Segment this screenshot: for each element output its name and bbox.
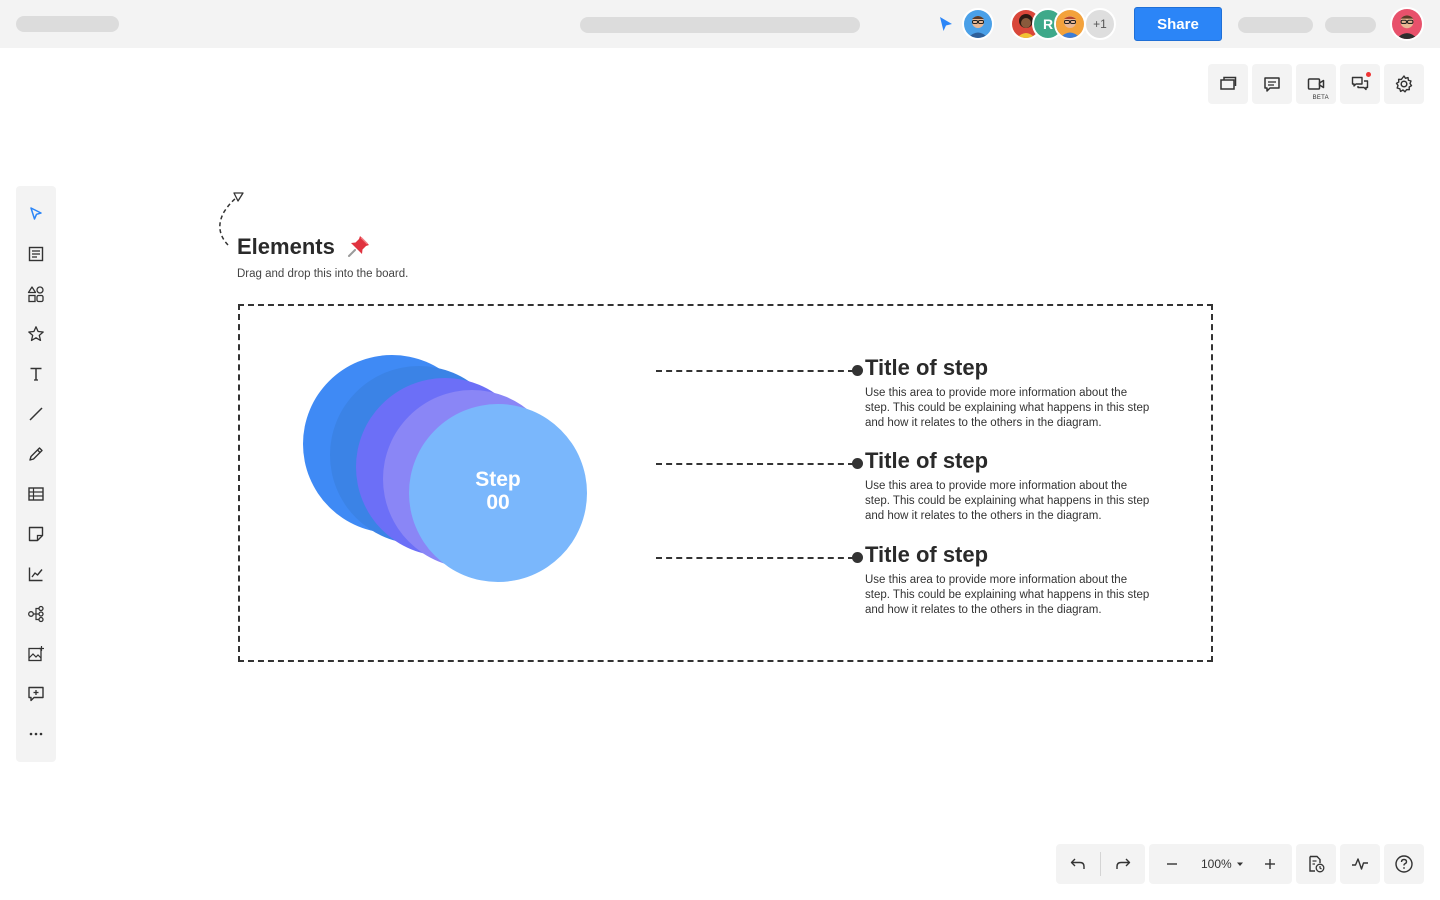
video-icon — [1307, 78, 1325, 90]
step-title: Title of step — [865, 542, 989, 567]
step-description: Use this area to provide more informatio… — [865, 480, 1150, 522]
board-name-placeholder[interactable] — [580, 17, 860, 33]
text-tool[interactable] — [24, 362, 48, 386]
pen-icon — [29, 447, 43, 461]
sticky-note-tool[interactable] — [24, 522, 48, 546]
history-group — [1056, 844, 1145, 884]
slides-button[interactable] — [1208, 64, 1248, 104]
chart-icon — [28, 567, 43, 582]
connector-line — [656, 370, 854, 372]
connector-dot — [852, 365, 863, 376]
connector-line — [656, 463, 854, 465]
undo-icon — [1070, 858, 1085, 869]
zoom-out-button[interactable] — [1149, 844, 1195, 884]
cursor-pointer-icon — [940, 17, 952, 31]
activity-icon — [1352, 858, 1368, 870]
gear-icon — [1395, 75, 1413, 93]
beta-badge: BETA — [1312, 95, 1329, 101]
connector-dot — [852, 458, 863, 469]
settings-button[interactable] — [1384, 64, 1424, 104]
more-collaborators-count[interactable]: +1 — [1084, 8, 1116, 40]
help-button[interactable] — [1384, 844, 1424, 884]
connector-dot — [852, 552, 863, 563]
mindmap-icon — [28, 605, 44, 623]
menu-placeholder-2[interactable] — [1325, 17, 1376, 33]
add-comment-icon — [28, 686, 44, 702]
zoom-group: 100% — [1149, 844, 1292, 884]
add-comment-tool[interactable] — [24, 682, 48, 706]
left-toolbar — [16, 186, 56, 762]
comments-button[interactable] — [1252, 64, 1292, 104]
avatar-profile[interactable] — [1390, 7, 1424, 41]
pen-tool[interactable] — [24, 442, 48, 466]
zoom-level-dropdown[interactable]: 100% — [1195, 857, 1250, 871]
notification-dot — [1366, 72, 1371, 77]
section-title: Elements — [237, 234, 335, 259]
image-tool[interactable] — [24, 642, 48, 666]
step-title: Title of step — [865, 448, 989, 473]
share-button[interactable]: Share — [1134, 7, 1222, 41]
redo-icon — [1116, 858, 1131, 869]
minus-icon — [1167, 863, 1177, 865]
connector-line — [656, 557, 854, 559]
star-icon — [28, 326, 44, 342]
top-bar: R +1 Share — [0, 0, 1440, 48]
step-description: Use this area to provide more informatio… — [865, 574, 1150, 616]
avatar-collaborator-3[interactable] — [1054, 8, 1086, 40]
step-circle-label: Step 00 — [410, 468, 586, 514]
zoom-in-button[interactable] — [1250, 844, 1290, 884]
help-icon — [1395, 855, 1413, 873]
step-description: Use this area to provide more informatio… — [865, 387, 1150, 429]
step-title: Title of step — [865, 355, 989, 380]
caret-down-icon — [1236, 862, 1243, 866]
comment-icon — [1264, 77, 1280, 92]
chart-tool[interactable] — [24, 562, 48, 586]
stickers-tool[interactable] — [24, 322, 48, 346]
line-tool[interactable] — [24, 402, 48, 426]
redo-button[interactable] — [1101, 844, 1145, 884]
select-icon — [30, 207, 42, 220]
more-icon — [29, 732, 43, 736]
right-toolbar: BETA — [1208, 64, 1424, 104]
chat-button[interactable] — [1340, 64, 1380, 104]
notes-tool[interactable] — [24, 242, 48, 266]
step-label-line1: Step — [475, 468, 521, 491]
sticky-note-icon — [28, 526, 44, 542]
plus-icon — [1264, 859, 1275, 869]
history-log-button[interactable] — [1296, 844, 1336, 884]
table-icon — [28, 487, 44, 501]
chat-icon — [1351, 76, 1369, 91]
avatar-current-user[interactable] — [962, 8, 994, 40]
document-title-placeholder[interactable] — [16, 16, 119, 32]
shapes-tool[interactable] — [24, 282, 48, 306]
activity-button[interactable] — [1340, 844, 1380, 884]
step-label-line2: 00 — [486, 491, 510, 514]
pushpin-icon — [348, 236, 369, 257]
zoom-toolbar: 100% — [1149, 844, 1292, 884]
image-icon — [28, 646, 44, 662]
zoom-level: 100% — [1201, 857, 1232, 871]
video-button[interactable]: BETA — [1296, 64, 1336, 104]
table-tool[interactable] — [24, 482, 48, 506]
mindmap-tool[interactable] — [24, 602, 48, 626]
document-history-icon — [1309, 855, 1325, 873]
text-icon — [30, 367, 42, 381]
extra-tools — [1296, 844, 1424, 884]
line-icon — [29, 407, 43, 421]
notes-icon — [28, 246, 44, 262]
shapes-icon — [27, 286, 44, 303]
section-subtitle: Drag and drop this into the board. — [237, 268, 409, 280]
menu-placeholder-1[interactable] — [1238, 17, 1313, 33]
undo-button[interactable] — [1056, 844, 1100, 884]
slides-icon — [1220, 76, 1237, 90]
select-tool[interactable] — [24, 202, 48, 226]
more-tools[interactable] — [24, 722, 48, 746]
bottom-toolbar — [1056, 844, 1145, 884]
